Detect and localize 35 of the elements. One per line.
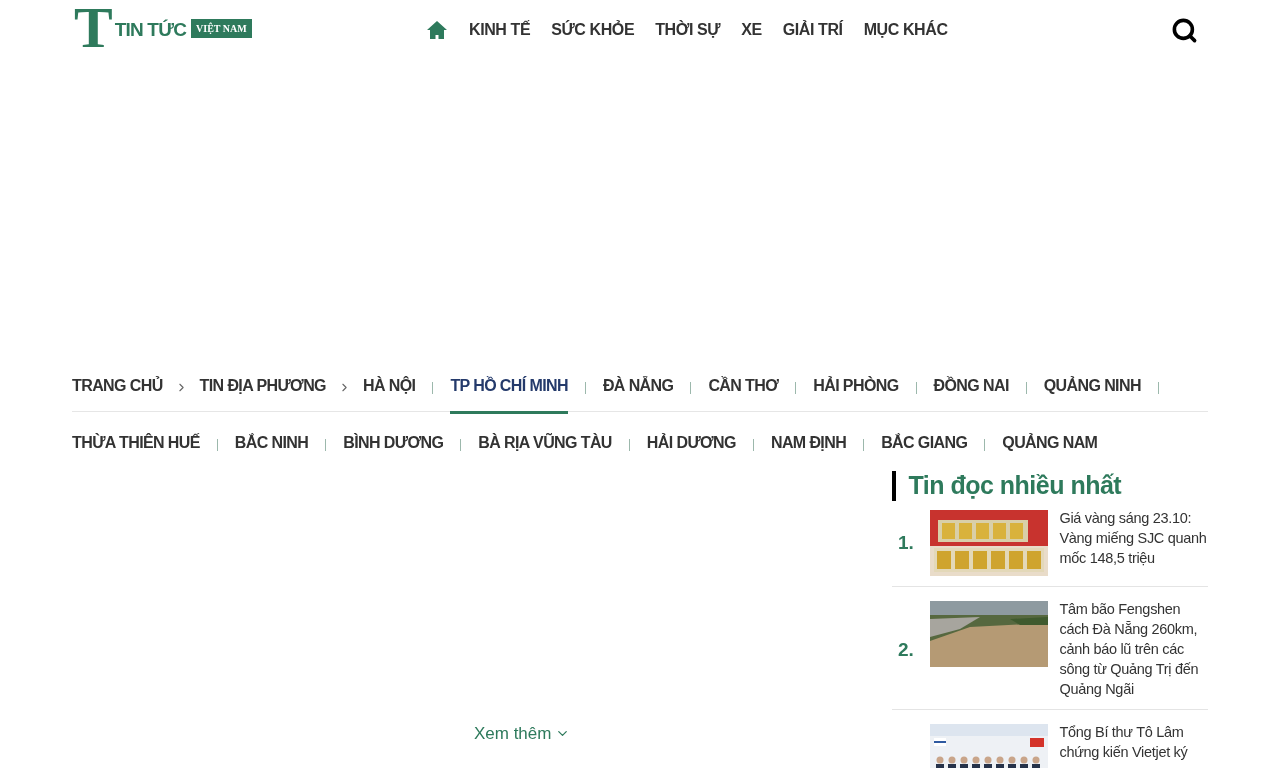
region-link[interactable]: TP HỒ CHÍ MINH xyxy=(450,373,568,414)
region-link[interactable]: NAM ĐỊNH xyxy=(770,431,847,455)
breadcrumb-link[interactable]: TIN ĐỊA PHƯƠNG xyxy=(199,373,326,398)
home-icon[interactable] xyxy=(426,20,448,40)
article-title[interactable]: Giá vàng sáng 23.10: Vàng miếng SJC quanh mốc 148,5 triệu xyxy=(1059,508,1208,568)
region-link[interactable]: BẮC NINH xyxy=(234,431,309,455)
section-title: Tin đọc nhiều nhất xyxy=(908,470,1122,502)
search-icon[interactable] xyxy=(1171,16,1198,44)
region-link[interactable]: ĐỒNG NAI xyxy=(933,373,1009,398)
region-link[interactable]: BÀ RỊA VŨNG TÀU xyxy=(478,431,612,455)
logo-name[interactable]: TIN TỨC xyxy=(114,15,187,45)
nav-link[interactable]: XE xyxy=(741,18,762,42)
more-link[interactable]: Xem thêm xyxy=(473,720,571,746)
region-link[interactable]: THỪA THIÊN HUẾ xyxy=(72,431,200,455)
logo-tag[interactable]: VIỆT NAM xyxy=(191,18,252,38)
nav-link[interactable]: KINH TẾ xyxy=(469,18,531,42)
nav-link[interactable]: SỨC KHỎE xyxy=(551,18,635,42)
nav-link[interactable]: MỤC KHÁC xyxy=(863,18,948,42)
nav-link[interactable]: GIẢI TRÍ xyxy=(782,18,843,42)
logo-letter[interactable]: T xyxy=(74,4,113,52)
region-link[interactable]: BÌNH DƯƠNG xyxy=(343,431,444,455)
region-link[interactable]: HẢI PHÒNG xyxy=(813,373,899,398)
region-link[interactable]: QUẢNG NINH xyxy=(1043,373,1141,398)
nav-link[interactable]: THỜI SỰ xyxy=(655,18,721,42)
region-link[interactable]: QUẢNG NAM xyxy=(1002,431,1098,455)
region-link[interactable]: HÀ NỘI xyxy=(362,373,416,398)
rank-number: 2. xyxy=(898,637,914,662)
region-link[interactable]: HẢI DƯƠNG xyxy=(646,431,736,455)
rank-number: 1. xyxy=(898,530,914,555)
region-link[interactable]: BẮC GIANG xyxy=(881,431,968,455)
region-link[interactable]: CẦN THƠ xyxy=(708,373,779,398)
article-title[interactable]: Tổng Bí thư Tô Lâm chứng kiến Vietjet ký xyxy=(1059,722,1208,762)
article-title[interactable]: Tâm bão Fengshen cách Đà Nẵng 260km, cảnh báo lũ trên các sông từ Quảng Trị đến Quảng Ngãi xyxy=(1059,599,1208,699)
breadcrumb-link[interactable]: TRANG CHỦ xyxy=(72,373,163,398)
region-link[interactable]: ĐÀ NẴNG xyxy=(602,373,674,398)
